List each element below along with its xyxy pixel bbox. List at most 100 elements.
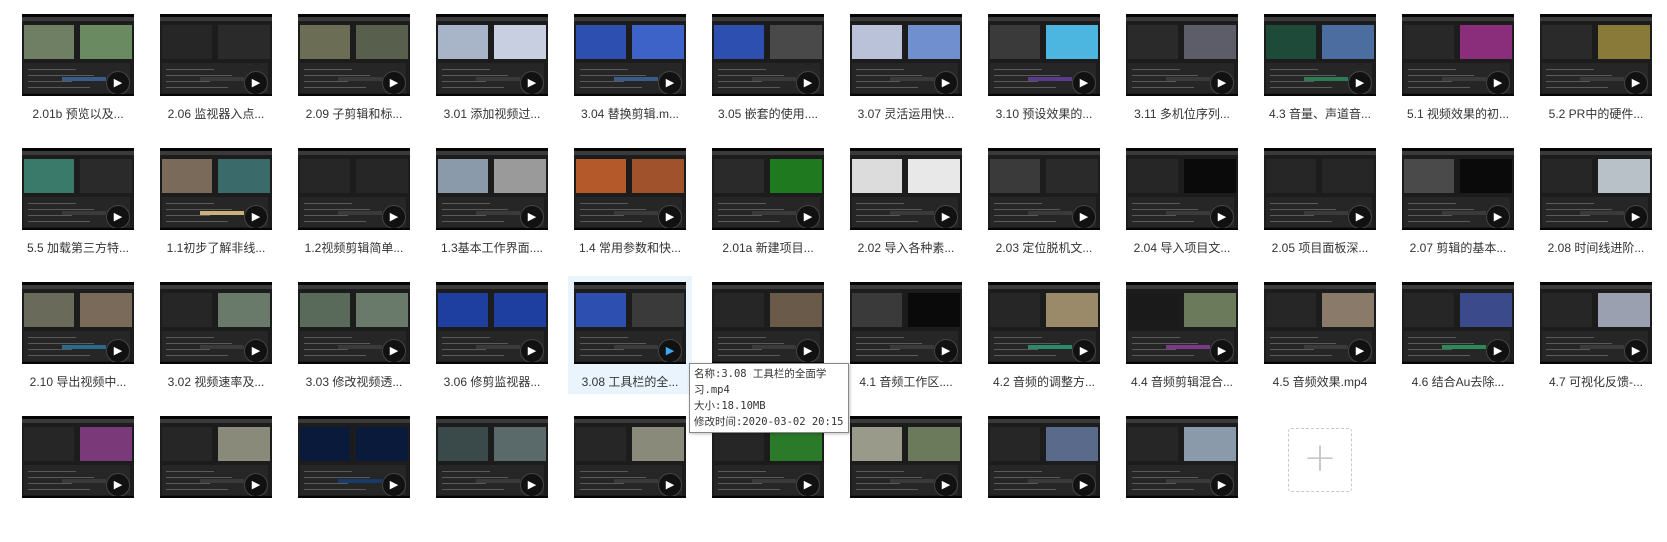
file-tile[interactable]: ▶ 2.03 定位脱机文... <box>982 148 1100 274</box>
video-thumbnail[interactable]: ▶ <box>988 416 1100 498</box>
video-thumbnail[interactable]: ▶ <box>1540 282 1652 364</box>
file-tile[interactable]: ▶ 3.07 灵活运用快... <box>844 14 962 140</box>
play-icon[interactable]: ▶ <box>1486 205 1510 228</box>
file-tile[interactable]: ▶ 3.01 添加视频过... <box>430 14 548 140</box>
file-tile[interactable]: ▶ 3.06 修剪监视器... <box>430 282 548 408</box>
video-thumbnail[interactable]: ▶ <box>1264 148 1376 230</box>
file-tile[interactable]: ▶ 4.3 音量、声道音... <box>1258 14 1376 140</box>
play-icon[interactable]: ▶ <box>1624 205 1648 228</box>
play-icon[interactable]: ▶ <box>934 71 958 94</box>
file-tile[interactable]: ▶ 2.01a 新建项目... <box>706 148 824 274</box>
file-tile[interactable]: ▶ 3.11 多机位序列... <box>1120 14 1238 140</box>
file-tile[interactable]: ▶ 4.2 音频的调整方... <box>982 282 1100 408</box>
video-thumbnail[interactable]: ▶ <box>160 148 272 230</box>
play-icon[interactable]: ▶ <box>1072 71 1096 94</box>
play-icon[interactable]: ▶ <box>796 339 820 362</box>
file-tile[interactable]: ▶ 3.02 视频速率及... <box>154 282 272 408</box>
file-tile[interactable]: ▶ 2.08 时间线进阶... <box>1534 148 1652 274</box>
video-thumbnail[interactable]: ▶ <box>712 14 824 96</box>
play-icon[interactable]: ▶ <box>106 71 130 94</box>
play-icon[interactable]: ▶ <box>244 205 268 228</box>
video-thumbnail[interactable]: ▶ <box>436 282 548 364</box>
video-thumbnail[interactable]: ▶ <box>574 148 686 230</box>
file-tile[interactable]: ▶ 5.2 PR中的硬件... <box>1534 14 1652 140</box>
add-file-button[interactable]: + <box>1288 428 1352 492</box>
video-thumbnail[interactable]: ▶ <box>160 282 272 364</box>
play-icon[interactable]: ▶ <box>244 339 268 362</box>
play-icon[interactable]: ▶ <box>796 473 820 496</box>
file-tile[interactable]: ▶ 4.1 音频工作区.... <box>844 282 962 408</box>
file-tile[interactable]: ▶ 2.04 导入项目文... <box>1120 148 1238 274</box>
file-tile[interactable]: ▶ 2.10 导出视频中... <box>16 282 134 408</box>
play-icon[interactable]: ▶ <box>1072 473 1096 496</box>
video-thumbnail[interactable]: ▶ <box>160 416 272 498</box>
play-icon[interactable]: ▶ <box>106 473 130 496</box>
video-thumbnail[interactable]: ▶ <box>1402 282 1514 364</box>
video-thumbnail[interactable]: ▶ <box>22 416 134 498</box>
file-tile[interactable]: ▶ <box>430 416 548 542</box>
video-thumbnail[interactable]: ▶ <box>1402 148 1514 230</box>
video-thumbnail[interactable]: ▶ <box>298 416 410 498</box>
play-icon[interactable]: ▶ <box>934 205 958 228</box>
file-tile[interactable]: ▶ 3.10 预设效果的... <box>982 14 1100 140</box>
play-icon[interactable]: ▶ <box>382 71 406 94</box>
play-icon[interactable]: ▶ <box>934 473 958 496</box>
file-tile[interactable]: ▶ 2.06 监视器入点... <box>154 14 272 140</box>
video-thumbnail[interactable]: ▶ <box>712 148 824 230</box>
file-tile[interactable]: ▶ 2.02 导入各种素... <box>844 148 962 274</box>
video-thumbnail[interactable]: ▶ <box>1126 14 1238 96</box>
play-icon[interactable]: ▶ <box>244 71 268 94</box>
file-tile[interactable]: ▶ 3.03 修改视频透... <box>292 282 410 408</box>
play-icon[interactable]: ▶ <box>1210 71 1234 94</box>
video-thumbnail[interactable]: ▶ <box>1126 416 1238 498</box>
file-tile[interactable]: ▶ 4.6 结合Au去除... <box>1396 282 1514 408</box>
file-tile[interactable]: ▶ 5.1 视频效果的初... <box>1396 14 1514 140</box>
file-tile[interactable]: ▶ <box>154 416 272 542</box>
file-tile[interactable]: ▶ <box>292 416 410 542</box>
video-thumbnail[interactable]: ▶ <box>22 148 134 230</box>
play-icon[interactable]: ▶ <box>106 339 130 362</box>
file-tile[interactable]: ▶ <box>1120 416 1238 542</box>
video-thumbnail[interactable]: ▶ <box>850 416 962 498</box>
file-tile[interactable]: ▶ 5.5 加载第三方特... <box>16 148 134 274</box>
play-icon[interactable]: ▶ <box>382 473 406 496</box>
video-thumbnail[interactable]: ▶ <box>850 148 962 230</box>
file-tile[interactable]: ▶ <box>706 416 824 542</box>
play-icon[interactable]: ▶ <box>520 205 544 228</box>
play-icon[interactable]: ▶ <box>658 205 682 228</box>
video-thumbnail[interactable]: ▶ <box>850 282 962 364</box>
play-icon[interactable]: ▶ <box>244 473 268 496</box>
file-tile[interactable]: ▶ 3.04 替换剪辑.m... <box>568 14 686 140</box>
play-icon[interactable]: ▶ <box>1348 339 1372 362</box>
file-tile[interactable]: ▶ 2.01b 预览以及... <box>16 14 134 140</box>
play-icon[interactable]: ▶ <box>1348 71 1372 94</box>
video-thumbnail[interactable]: ▶ <box>298 148 410 230</box>
play-icon[interactable]: ▶ <box>1210 205 1234 228</box>
play-icon[interactable]: ▶ <box>1210 339 1234 362</box>
video-thumbnail[interactable]: ▶ <box>160 14 272 96</box>
file-tile[interactable]: ▶ 4.4 音频剪辑混合... <box>1120 282 1238 408</box>
play-icon[interactable]: ▶ <box>520 71 544 94</box>
video-thumbnail[interactable]: ▶ <box>1264 14 1376 96</box>
video-thumbnail[interactable]: ▶ <box>574 14 686 96</box>
video-thumbnail[interactable]: ▶ <box>436 14 548 96</box>
file-tile[interactable]: ▶ <box>982 416 1100 542</box>
play-icon[interactable]: ▶ <box>1624 339 1648 362</box>
video-thumbnail[interactable]: ▶ <box>298 14 410 96</box>
file-tile[interactable]: ▶ 1.3基本工作界面.... <box>430 148 548 274</box>
video-thumbnail[interactable]: ▶ <box>1540 14 1652 96</box>
file-tile[interactable]: ▶ 4.5 音频效果.mp4 <box>1258 282 1376 408</box>
file-tile[interactable]: ▶ 2.05 项目面板深... <box>1258 148 1376 274</box>
file-tile[interactable]: ▶ <box>16 416 134 542</box>
play-icon[interactable]: ▶ <box>520 339 544 362</box>
file-tile[interactable]: ▶ 3.08 工具栏的全... <box>568 276 692 394</box>
play-icon[interactable]: ▶ <box>382 339 406 362</box>
video-thumbnail[interactable]: ▶ <box>1264 282 1376 364</box>
video-thumbnail[interactable]: ▶ <box>436 148 548 230</box>
video-thumbnail[interactable]: ▶ <box>1126 148 1238 230</box>
play-icon[interactable]: ▶ <box>1210 473 1234 496</box>
video-thumbnail[interactable]: ▶ <box>22 282 134 364</box>
play-icon[interactable]: ▶ <box>658 473 682 496</box>
play-icon[interactable]: ▶ <box>1486 71 1510 94</box>
file-tile[interactable]: ▶ 2.09 子剪辑和标... <box>292 14 410 140</box>
